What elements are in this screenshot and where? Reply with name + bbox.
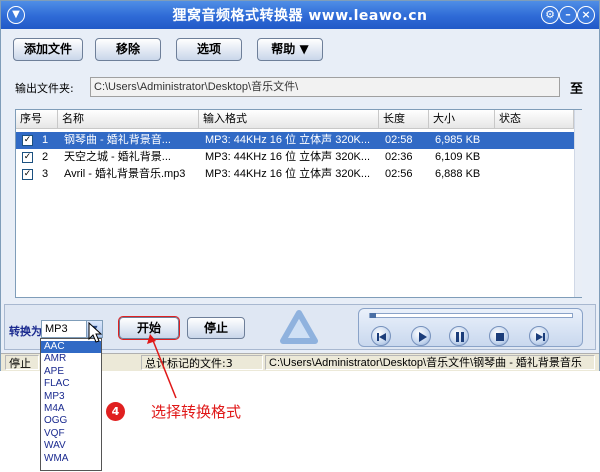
- step-badge: 4: [106, 402, 125, 421]
- annotation-text: 选择转换格式: [151, 403, 242, 421]
- annotation-arrow-icon: [147, 334, 177, 399]
